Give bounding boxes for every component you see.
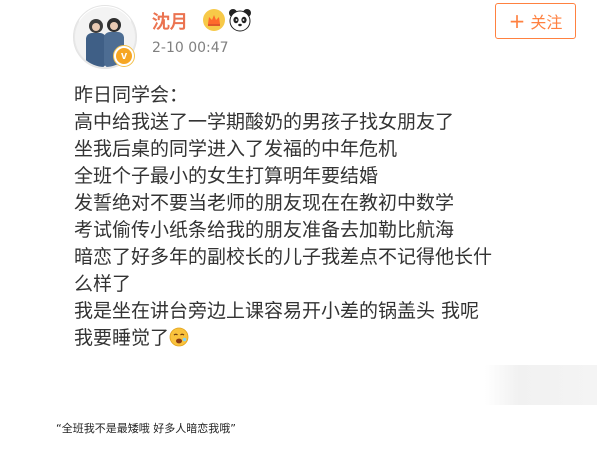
post-line: 高中给我送了一学期酸奶的男孩子找女朋友了 <box>74 111 455 133</box>
post-line: 考试偷传小纸条给我的朋友准备去加勒比航海 <box>74 219 455 241</box>
faint-overlay <box>485 365 597 405</box>
post-line: 么样了 <box>74 273 132 295</box>
post-line: 暗恋了好多年的副校长的儿子我差点不记得他长什 <box>74 246 493 268</box>
weibo-post-card: v 沈月 2-10 00:47 + 关注 昨日同学会： 高中给我送了一学期酸奶的… <box>0 0 613 457</box>
post-text: 昨日同学会： 高中给我送了一学期酸奶的男孩子找女朋友了 坐我后桌的同学进入了发福… <box>74 82 574 352</box>
post-line: 我要睡觉了 <box>74 327 170 349</box>
post-timestamp[interactable]: 2-10 00:47 <box>152 40 229 56</box>
post-line-last: 我要睡觉了 <box>74 325 574 352</box>
post-line: 全班个子最小的女生打算明年要结婚 <box>74 165 379 187</box>
crown-badge-icon[interactable] <box>202 8 226 32</box>
image-caption: “全班我不是最矮哦 好多人暗恋我哦” <box>56 422 236 435</box>
follow-button[interactable]: + 关注 <box>495 3 576 39</box>
panda-icon[interactable] <box>228 8 252 32</box>
post-line: 我是坐在讲台旁边上课容易开小差的锅盖头 我呢 <box>74 300 480 322</box>
v-verified-icon: v <box>113 45 135 67</box>
post-line: 坐我后桌的同学进入了发福的中年危机 <box>74 138 398 160</box>
author-name[interactable]: 沈月 <box>152 8 188 34</box>
sleepy-face-icon <box>169 327 189 347</box>
plus-icon: + <box>508 9 526 33</box>
post-line: 昨日同学会： <box>74 84 189 106</box>
follow-label: 关注 <box>530 13 563 32</box>
post-line: 发誓绝对不要当老师的朋友现在在教初中数学 <box>74 192 455 214</box>
